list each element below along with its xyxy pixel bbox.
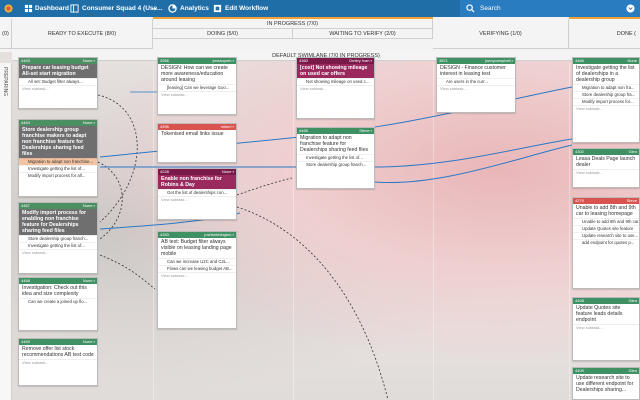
subtask-row[interactable]: Are users in the curr... [437,78,515,85]
view-subtasks-link[interactable]: View subtask... [573,105,639,112]
subtask-row[interactable]: Investigate getting the list of... [19,242,97,249]
task-card-c6[interactable]: 3956 jordanpmb ▪ DESIGN: How can we creat… [157,57,237,115]
task-card-c13[interactable]: 4466 None Investigate getting the list of… [572,57,640,143]
subtask-row[interactable]: Migration to adapt non franchise... [19,158,97,165]
card-title[interactable]: [cost] Not showing mileage on used car o… [297,64,374,78]
analytics-link[interactable]: Analytics [180,0,209,17]
card-title[interactable]: Store dealership group franchise makers … [19,126,97,158]
card-title[interactable]: Unable to add 8th and 9th car to leasing… [573,204,639,218]
subtask-row[interactable]: add endpoint for quotes p... [573,239,639,246]
task-card-c10[interactable]: 4360 Dmitry Ivan ▪ [cost] Not showing mil… [296,57,375,119]
subtask-row[interactable]: Get the list of dealerships con... [158,189,236,196]
subtask-row[interactable]: Store dealership group franch... [297,161,374,168]
link-dashed [236,206,389,400]
view-subtasks-link[interactable]: View subtask... [19,249,97,256]
search-input[interactable]: Search [480,0,501,17]
task-card-c15[interactable]: 4279 Steve Unable to add 8th and 9th car … [572,197,640,289]
link-dashed [99,254,156,290]
app-logo-icon[interactable] [4,4,13,13]
card-title[interactable]: AB test: Budget filter always visible on… [158,238,236,258]
link-dashed [97,94,138,223]
chevron-down-icon[interactable]: ⌄ [152,0,157,17]
card-title[interactable]: Investigation: Check out this idea and s… [19,284,97,298]
edit-workflow-link[interactable]: Edit Workflow [225,0,268,17]
task-card-c4[interactable]: 4468 None ▪ Investigation: Check out this… [18,277,98,331]
view-subtasks-link[interactable]: View subtask... [19,85,97,92]
user-menu-icon[interactable] [626,4,635,13]
card-title[interactable]: DESIGN: How can we create more awareness… [158,64,236,84]
board-selector[interactable]: Consumer Squad 4 (Use... [82,0,163,17]
view-subtasks-link[interactable]: View subtask... [158,272,236,279]
card-title[interactable]: Enable non franchise for Robins & Day [158,175,236,189]
task-card-c8[interactable]: 4228 None ▪ Enable non franchise for Robi… [157,168,237,220]
view-subtasks-link[interactable]: View subtask... [297,85,374,92]
task-card-c7[interactable]: 4396 mikeri ▪ Tokenised email links issue [157,123,237,163]
task-card-c16[interactable]: 4408 Glen Update Quotes site feature lead… [572,297,640,361]
view-subtasks-link[interactable]: View subtask... [573,169,639,176]
task-card-c9[interactable]: 4353 joshbebbington ▪ AB test: Budget fil… [157,231,237,329]
subtask-row[interactable]: Modify import process for all... [19,172,97,179]
subtask-row[interactable]: Investigate getting the list of... [297,154,374,161]
subtask-row[interactable]: All set: Budget filter always... [19,78,97,85]
dashboard-icon [24,4,33,13]
link-dashed [236,177,293,196]
kanban-board: (0) READY TO EXECUTE (8/0) IN PROGRESS (… [0,17,640,400]
card-title[interactable]: Leasa Deals Page launch dealer [573,155,639,169]
task-card-c11[interactable]: 4465 Steve ▪ Migration to adapt non franc… [296,127,375,189]
task-card-c2[interactable]: 4464 None ▪ Store dealership group franch… [18,119,98,197]
task-card-c14[interactable]: 4302 Glen Leasa Deals Page launch dealer … [572,148,640,188]
card-title[interactable]: Update Quotes site feature leads details… [573,304,639,324]
subtask-row[interactable]: Not showing mileage on used c... [297,78,374,85]
subtask-row[interactable]: Store dealership group franch... [19,235,97,242]
subtask-row[interactable]: Update research site to use... [573,232,639,239]
view-subtasks-link[interactable]: View subtask... [437,85,515,92]
card-title[interactable]: Migration to adapt non franchise feature… [297,134,374,154]
card-title[interactable]: Modify import process for enabling non f… [19,209,97,235]
card-title[interactable]: Tokenised email links issue [158,130,236,138]
task-card-c1[interactable]: 4463 None ▪ Prepare car leasing budget Al… [18,57,98,109]
subtask-row[interactable]: Unable to add 8th and 9th car... [573,218,639,225]
card-title[interactable]: Investigate getting the list of dealersh… [573,64,639,84]
card-title[interactable]: DESIGN - Finance customer interest in le… [437,64,515,78]
dashboard-link[interactable]: Dashboard [35,0,69,17]
search-icon [466,4,475,13]
card-title[interactable]: Remove offer list stock recommendations … [19,345,97,359]
view-subtasks-link[interactable]: View subtask... [573,324,639,331]
card-title[interactable]: Prepare car leasing budget All-set start… [19,64,97,78]
subtask-row[interactable]: Flows can we leasing budget AB... [158,265,236,272]
subtask-row[interactable]: Update Quotes site feature [573,225,639,232]
subtask-row[interactable]: Can we increase U2C and C2L... [158,258,236,265]
top-navigation-bar: Dashboard Consumer Squad 4 (Use... ⌄ Ana… [0,0,640,17]
search-bar[interactable]: Search [460,0,640,17]
task-card-c3[interactable]: 4467 None ▪ Modify import process for ena… [18,202,98,274]
card-title[interactable]: Update research site to use different en… [573,374,639,394]
subtask-row[interactable]: Can we create a joined up flo... [19,298,97,305]
subtask-row[interactable]: Investigate getting the list of... [19,165,97,172]
view-subtasks-link[interactable]: View subtask... [158,91,236,98]
subtask-row[interactable]: Migration to adapt non fra... [573,84,639,91]
view-subtasks-link[interactable]: View subtask... [158,196,236,203]
task-card-c5[interactable]: 4469 None ▪ Remove offer list stock recom… [18,338,98,386]
subtask-row[interactable]: [leasing] Can we leverage Goo... [158,84,236,91]
subtask-row[interactable]: Store dealership group fra... [573,91,639,98]
task-card-c17[interactable]: 4409 Glen Update research site to use dif… [572,367,640,400]
view-subtasks-link[interactable]: View subtask... [19,359,97,366]
task-card-c12[interactable]: 3871 jonnycampbell ▪ DESIGN - Finance cus… [436,57,516,113]
subtask-row[interactable]: Modify import process for... [573,98,639,105]
board-icon [70,4,79,13]
workflow-icon [213,4,222,13]
link-blue [374,144,573,184]
analytics-icon [168,4,177,13]
